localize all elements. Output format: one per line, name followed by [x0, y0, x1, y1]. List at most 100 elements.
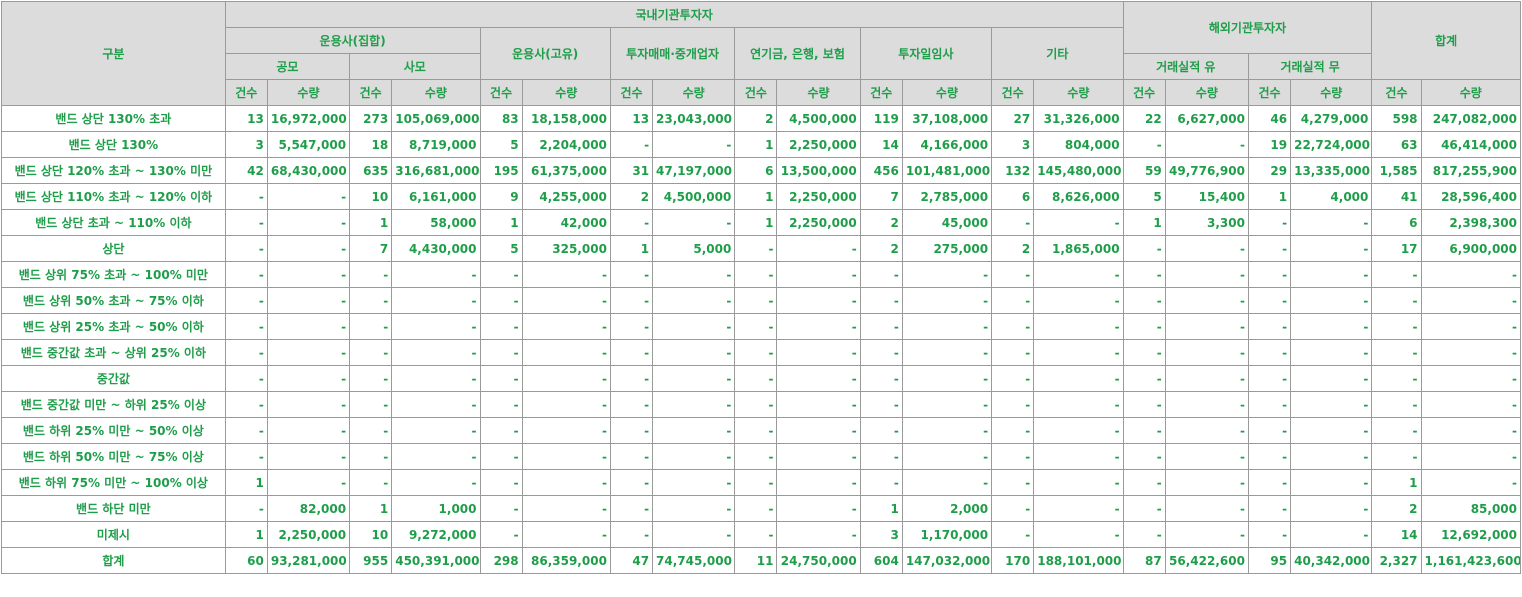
quantity-cell: 68,430,000 — [266, 157, 351, 184]
quantity-cell: - — [391, 417, 481, 444]
quantity-cell: - — [1290, 417, 1373, 444]
count-cell: 3 — [224, 131, 268, 158]
count-cell: 63 — [1371, 131, 1422, 158]
quantity-subheader: 수량 — [1033, 79, 1124, 106]
count-cell: - — [224, 339, 268, 366]
count-cell: 59 — [1122, 157, 1166, 184]
quantity-cell: - — [652, 391, 736, 418]
count-cell: - — [224, 417, 268, 444]
count-cell: - — [609, 261, 654, 288]
quantity-cell: - — [652, 365, 736, 392]
count-cell: 1 — [734, 131, 778, 158]
count-cell: - — [1247, 287, 1292, 314]
count-cell: 10 — [349, 521, 393, 548]
quantity-cell: - — [901, 417, 993, 444]
quantity-cell: - — [1290, 391, 1373, 418]
row-label: 합계 — [1, 547, 226, 574]
count-cell: 598 — [1371, 105, 1422, 132]
quantity-subheader: 수량 — [391, 79, 481, 106]
quantity-cell: - — [776, 365, 861, 392]
brokers-header: 투자매매·중개업자 — [609, 27, 736, 80]
quantity-cell: - — [901, 339, 993, 366]
quantity-cell: 46,414,000 — [1420, 131, 1522, 158]
count-cell: 6 — [991, 183, 1035, 210]
count-cell: - — [224, 391, 268, 418]
count-cell: - — [349, 313, 393, 340]
quantity-cell: - — [521, 521, 611, 548]
count-cell: 635 — [349, 157, 393, 184]
count-cell: - — [1371, 417, 1422, 444]
count-cell: - — [479, 417, 523, 444]
count-cell: 1,585 — [1371, 157, 1422, 184]
count-cell: - — [991, 313, 1035, 340]
count-cell: - — [859, 287, 903, 314]
table-row: 중간값 - - - - - - - - - - - - - - - - - - - - — [1, 365, 1522, 392]
count-cell: 7 — [859, 183, 903, 210]
count-cell: 13 — [224, 105, 268, 132]
quantity-cell: - — [1033, 521, 1124, 548]
quantity-cell: 145,480,000 — [1033, 157, 1124, 184]
count-cell: - — [479, 313, 523, 340]
without-record-header: 거래실적 무 — [1247, 53, 1373, 80]
count-cell: - — [609, 521, 654, 548]
quantity-cell: - — [1420, 391, 1522, 418]
quantity-subheader: 수량 — [652, 79, 736, 106]
count-cell: - — [991, 443, 1035, 470]
count-subheader: 건수 — [224, 79, 268, 106]
quantity-cell: 1,000 — [391, 495, 481, 522]
quantity-cell: - — [776, 417, 861, 444]
count-cell: 2 — [859, 235, 903, 262]
quantity-cell: - — [1033, 365, 1124, 392]
quantity-cell: - — [776, 313, 861, 340]
count-subheader: 건수 — [349, 79, 393, 106]
count-cell: - — [1122, 131, 1166, 158]
count-cell: - — [1247, 313, 1292, 340]
quantity-cell: - — [652, 131, 736, 158]
count-cell: - — [1122, 261, 1166, 288]
quantity-cell: - — [391, 443, 481, 470]
quantity-cell: 2,250,000 — [776, 183, 861, 210]
other-header: 기타 — [991, 27, 1124, 80]
count-cell: - — [859, 469, 903, 496]
count-subheader: 건수 — [991, 79, 1035, 106]
quantity-cell: 24,750,000 — [776, 547, 861, 574]
total-header: 합계 — [1371, 1, 1521, 80]
quantity-cell: - — [1164, 313, 1249, 340]
count-cell: - — [609, 339, 654, 366]
count-cell: - — [224, 443, 268, 470]
count-cell: 1 — [609, 235, 654, 262]
table-row: 밴드 상위 25% 초과 ~ 50% 이하 - - - - - - - - - - - - - - - - - - -… — [1, 313, 1522, 340]
count-cell: 456 — [859, 157, 903, 184]
count-cell: - — [991, 469, 1035, 496]
quantity-cell: 4,430,000 — [391, 235, 481, 262]
quantity-subheader: 수량 — [266, 79, 351, 106]
quantity-subheader: 수량 — [776, 79, 861, 106]
quantity-cell: - — [1290, 261, 1373, 288]
quantity-cell: 105,069,000 — [391, 105, 481, 132]
count-cell: - — [349, 339, 393, 366]
count-cell: 5 — [1122, 183, 1166, 210]
quantity-cell: 4,000 — [1290, 183, 1373, 210]
count-cell: 11 — [734, 547, 778, 574]
count-cell: 1 — [1122, 209, 1166, 236]
count-subheader: 건수 — [479, 79, 523, 106]
quantity-cell: - — [1420, 365, 1522, 392]
count-cell: - — [1371, 287, 1422, 314]
count-cell: 9 — [479, 183, 523, 210]
subheader-row: 건수 수량 건수 수량 건수 수량 건수 수량 건수 수량 건수 수량 건수 수량 건수 수량 건수 수량 건수 수량 — [2, 79, 1522, 106]
quantity-cell: - — [1164, 495, 1249, 522]
quantity-cell: 9,272,000 — [391, 521, 481, 548]
quantity-cell: - — [266, 469, 351, 496]
total-row: 합계 60 93,281,000 955 450,391,000 298 86,359,00… — [1, 547, 1522, 574]
count-cell: - — [224, 209, 268, 236]
quantity-cell: - — [391, 391, 481, 418]
count-cell: - — [734, 443, 778, 470]
asset-mgmt-proprietary-header: 운용사(고유) — [479, 27, 611, 80]
quantity-cell: - — [1420, 261, 1522, 288]
count-cell: - — [734, 365, 778, 392]
asset-mgmt-collective-header: 운용사(집합) — [224, 27, 481, 54]
quantity-cell: 82,000 — [266, 495, 351, 522]
quantity-cell: 47,197,000 — [652, 157, 736, 184]
count-cell: - — [734, 339, 778, 366]
quantity-cell: - — [1164, 287, 1249, 314]
